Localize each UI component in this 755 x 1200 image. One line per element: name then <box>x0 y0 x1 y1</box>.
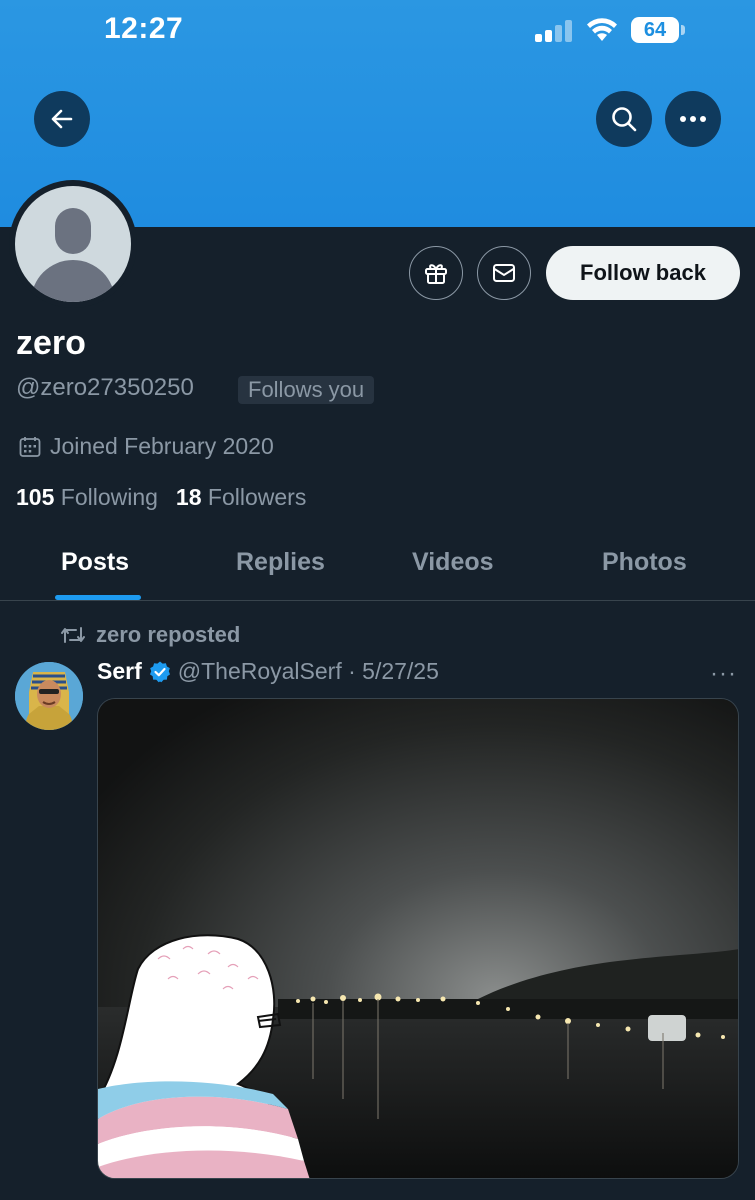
post-handle-date[interactable]: @TheRoyalSerf · 5/27/25 <box>178 658 439 685</box>
following-count: 105 <box>16 484 55 510</box>
profile-avatar[interactable] <box>9 180 137 308</box>
more-options-button[interactable] <box>665 91 721 147</box>
active-tab-indicator <box>55 595 141 600</box>
profile-tabs: Posts Replies Videos Photos <box>0 530 755 601</box>
display-name: zero <box>16 324 86 362</box>
following-link[interactable]: 105 Following <box>16 484 158 511</box>
follows-you-badge: Follows you <box>238 376 375 404</box>
tab-videos[interactable]: Videos <box>412 548 494 577</box>
wifi-icon <box>587 18 617 41</box>
envelope-icon <box>493 264 515 282</box>
post-author-name[interactable]: Serf <box>97 658 142 685</box>
cellular-signal-icon <box>535 20 572 42</box>
pharaoh-avatar-image <box>15 662 83 730</box>
default-avatar-icon <box>15 186 131 302</box>
post-author-avatar[interactable] <box>15 662 83 730</box>
battery-level: 64 <box>631 17 679 43</box>
gift-button[interactable] <box>409 246 463 300</box>
repost-indicator: zero reposted <box>60 622 240 648</box>
status-bar: 12:27 64 <box>0 0 755 62</box>
followers-count: 18 <box>175 484 202 510</box>
following-label: Following <box>60 484 158 510</box>
search-button[interactable] <box>596 91 652 147</box>
battery-icon: 64 <box>631 17 685 43</box>
post-media-image[interactable] <box>97 698 739 1179</box>
search-icon <box>612 107 637 132</box>
followers-label: Followers <box>207 484 307 510</box>
repost-icon <box>61 627 85 643</box>
back-button[interactable] <box>34 91 90 147</box>
calendar-icon <box>19 436 41 457</box>
joined-date: Joined February 2020 <box>18 433 274 460</box>
status-time: 12:27 <box>104 12 184 45</box>
tab-replies[interactable]: Replies <box>236 548 325 577</box>
followers-link[interactable]: 18 Followers <box>176 484 306 511</box>
user-handle: @zero27350250 <box>16 374 194 401</box>
night-harbor-photo <box>98 699 738 1178</box>
gift-icon <box>425 264 447 284</box>
tab-posts[interactable]: Posts <box>61 548 129 577</box>
post-more-button[interactable]: ··· <box>710 660 737 688</box>
post-header: Serf @TheRoyalSerf · 5/27/25 <box>97 658 439 685</box>
repost-label: zero reposted <box>96 622 241 647</box>
arrow-left-icon <box>51 109 73 129</box>
message-button[interactable] <box>477 246 531 300</box>
verified-badge-icon <box>149 661 170 682</box>
more-horizontal-icon <box>680 116 706 122</box>
follow-back-button[interactable]: Follow back <box>546 246 740 300</box>
joined-label: Joined February 2020 <box>50 433 274 459</box>
tab-photos[interactable]: Photos <box>602 548 687 577</box>
follow-stats: 105 Following 18 Followers <box>16 484 306 511</box>
